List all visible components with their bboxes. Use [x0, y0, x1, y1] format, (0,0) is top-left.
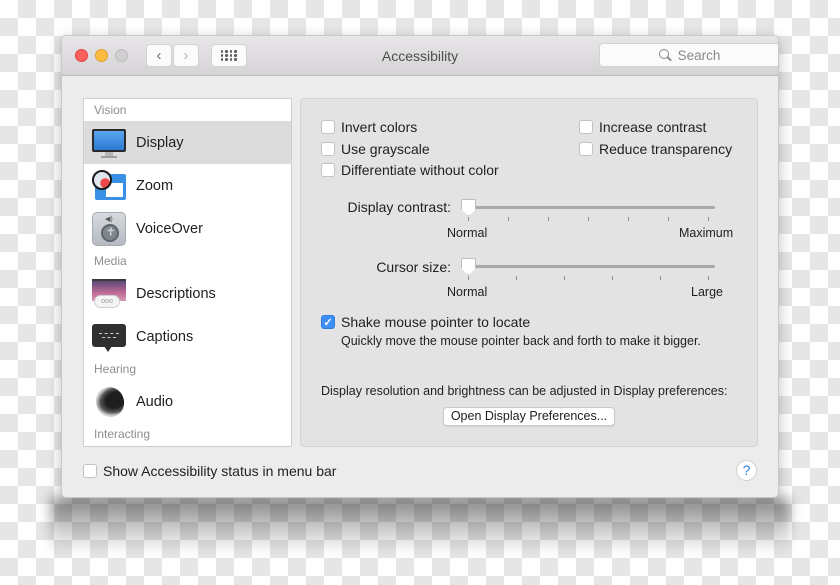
slider-tick — [564, 276, 565, 280]
display-contrast-min-label: Normal — [447, 226, 488, 240]
sidebar-item-label: Zoom — [136, 177, 174, 194]
search-icon — [658, 48, 672, 62]
section-label-media: Media — [94, 254, 127, 268]
help-icon: ? — [742, 462, 751, 478]
differentiate-without-color-checkbox[interactable]: Differentiate without color — [321, 162, 499, 178]
use-grayscale-checkbox[interactable]: Use grayscale — [321, 141, 430, 157]
sidebar-item-label: Captions — [136, 328, 194, 345]
slider-tick — [588, 217, 589, 221]
help-button[interactable]: ? — [736, 460, 757, 481]
shake-pointer-hint: Quickly move the mouse pointer back and … — [341, 334, 701, 348]
sidebar[interactable]: Vision Display Zoom ◀) ☥ VoiceOver Media … — [83, 98, 292, 447]
checkbox-label: Increase contrast — [599, 119, 707, 135]
slider-tick — [668, 217, 669, 221]
cursor-size-label: Cursor size: — [376, 259, 451, 275]
sidebar-item-label: Descriptions — [136, 285, 216, 302]
window-shadow — [50, 498, 790, 553]
checkbox-box[interactable] — [321, 120, 335, 134]
checkbox-label: Show Accessibility status in menu bar — [103, 463, 337, 479]
display-settings-panel: Invert colors Use grayscale Differentiat… — [300, 98, 758, 447]
title-bar: ‹ › Accessibility Search — [62, 36, 778, 76]
section-label-vision: Vision — [94, 103, 127, 117]
captions-icon — [92, 320, 126, 354]
checkbox-box[interactable] — [579, 142, 593, 156]
shake-pointer-checkbox[interactable]: ✓ Shake mouse pointer to locate — [321, 314, 530, 330]
slider-tick — [612, 276, 613, 280]
open-display-preferences-button[interactable]: Open Display Preferences... — [443, 407, 615, 426]
slider-thumb[interactable] — [461, 258, 476, 275]
sidebar-item-captions[interactable]: Captions — [84, 315, 291, 358]
sidebar-item-audio[interactable]: Audio — [84, 380, 291, 423]
checkbox-label: Reduce transparency — [599, 141, 733, 157]
section-label-hearing: Hearing — [94, 362, 137, 376]
checkbox-box[interactable] — [321, 163, 335, 177]
checkbox-label: Differentiate without color — [341, 162, 499, 178]
sidebar-item-label: VoiceOver — [136, 220, 203, 237]
checkmark-icon[interactable]: ✓ — [321, 315, 335, 329]
slider-tick — [468, 276, 469, 280]
sidebar-item-voiceover[interactable]: ◀) ☥ VoiceOver — [84, 207, 291, 250]
accessibility-window: ‹ › Accessibility Search Vision Display — [61, 35, 779, 498]
sidebar-item-zoom[interactable]: Zoom — [84, 164, 291, 207]
cursor-size-min-label: Normal — [447, 285, 488, 299]
sidebar-item-label: Display — [136, 134, 184, 151]
section-label-interacting: Interacting — [94, 427, 151, 441]
show-status-in-menu-bar-checkbox[interactable]: Show Accessibility status in menu bar — [83, 463, 336, 479]
cursor-size-max-label: Large — [691, 285, 723, 299]
search-placeholder: Search — [677, 47, 721, 63]
checkbox-box[interactable] — [579, 120, 593, 134]
sidebar-item-label: Audio — [136, 393, 174, 410]
invert-colors-checkbox[interactable]: Invert colors — [321, 119, 417, 135]
slider-track[interactable] — [461, 206, 715, 209]
slider-tick — [660, 276, 661, 280]
reduce-transparency-checkbox[interactable]: Reduce transparency — [579, 141, 732, 157]
checkbox-label: Invert colors — [341, 119, 418, 135]
checkbox-label: Use grayscale — [341, 141, 430, 157]
display-icon — [92, 126, 126, 160]
slider-tick — [708, 276, 709, 280]
resolution-note: Display resolution and brightness can be… — [321, 384, 728, 398]
sidebar-item-descriptions[interactable]: ooo Descriptions — [84, 272, 291, 315]
slider-tick — [628, 217, 629, 221]
checkbox-box[interactable] — [321, 142, 335, 156]
slider-tick — [548, 217, 549, 221]
slider-tick — [708, 217, 709, 221]
slider-tick — [468, 217, 469, 221]
display-contrast-label: Display contrast: — [347, 199, 451, 215]
checkbox-box[interactable] — [83, 464, 97, 478]
sidebar-item-display[interactable]: Display — [84, 121, 291, 164]
descriptions-icon: ooo — [92, 277, 126, 311]
slider-thumb[interactable] — [461, 199, 476, 216]
zoom-icon — [92, 169, 126, 203]
slider-track[interactable] — [461, 265, 715, 268]
audio-icon — [91, 382, 129, 421]
display-contrast-max-label: Maximum — [679, 226, 734, 240]
search-field[interactable]: Search — [599, 43, 778, 67]
slider-tick — [508, 217, 509, 221]
voiceover-icon: ◀) ☥ — [92, 211, 126, 246]
slider-tick — [516, 276, 517, 280]
increase-contrast-checkbox[interactable]: Increase contrast — [579, 119, 706, 135]
checkbox-label: Shake mouse pointer to locate — [341, 314, 531, 330]
